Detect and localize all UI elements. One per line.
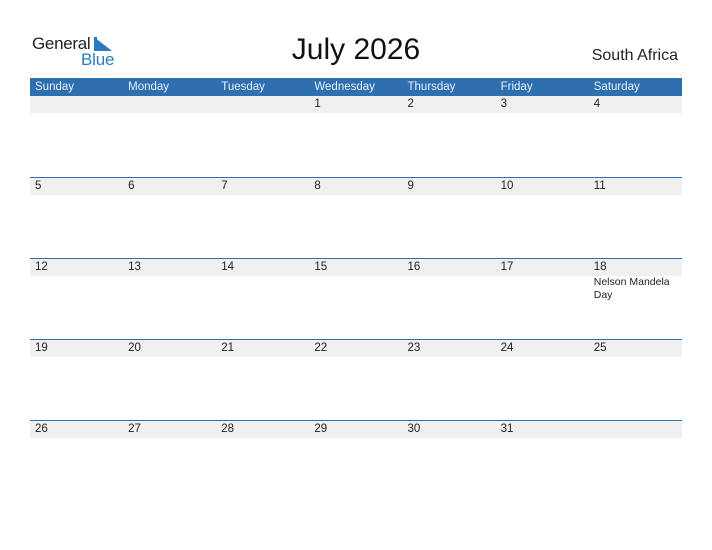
weekday-friday: Friday [500, 81, 533, 93]
day-number [594, 421, 682, 438]
day-cell: 15 [309, 259, 402, 340]
day-cell: 9 [403, 178, 496, 259]
day-cell: 4 [589, 96, 682, 177]
day-cell: 22 [309, 340, 402, 421]
day-cell: 10 [496, 178, 589, 259]
day-number: 17 [500, 261, 514, 273]
weekday-header: Sunday Monday Tuesday Wednesday Thursday… [30, 78, 682, 96]
week-row: 26 27 28 29 30 31 [30, 420, 682, 502]
day-cell: 23 [403, 340, 496, 421]
day-cell: 3 [496, 96, 589, 177]
week-cells: 12 13 14 15 16 17 18 Nelson Mandela Day [30, 259, 682, 340]
day-cell: 12 [30, 259, 123, 340]
day-cell [30, 96, 123, 177]
day-cell: 2 [403, 96, 496, 177]
week-row: 5 6 7 8 9 10 11 [30, 177, 682, 259]
day-cell: 8 [309, 178, 402, 259]
day-number: 24 [500, 342, 514, 354]
day-number: 25 [593, 342, 607, 354]
week-row: 12 13 14 15 16 17 18 Nelson Mandela Day [30, 258, 682, 340]
day-number: 30 [407, 423, 421, 435]
week-row: 19 20 21 22 23 24 25 [30, 339, 682, 421]
day-number: 16 [407, 261, 421, 273]
day-number: 21 [221, 342, 235, 354]
weekday-thursday: Thursday [407, 81, 456, 93]
day-number [221, 96, 309, 113]
day-cell: 13 [123, 259, 216, 340]
day-number: 7 [221, 180, 228, 192]
day-number: 28 [221, 423, 235, 435]
day-cell: 11 [589, 178, 682, 259]
day-cell: 28 [216, 421, 309, 502]
holiday-event: Nelson Mandela Day [593, 276, 670, 301]
day-number: 20 [128, 342, 141, 354]
weekday-monday: Monday [128, 81, 170, 93]
day-cell: 30 [403, 421, 496, 502]
day-number: 23 [407, 342, 421, 354]
weekday-wednesday: Wednesday [314, 81, 375, 93]
day-cell: 25 [589, 340, 682, 421]
day-cell: 14 [216, 259, 309, 340]
day-number: 4 [593, 98, 601, 110]
country-label: South Africa [591, 47, 678, 64]
day-number: 15 [314, 261, 328, 273]
day-number: 3 [500, 98, 508, 110]
day-number: 2 [407, 98, 414, 110]
day-number: 22 [314, 342, 328, 354]
week-cells: 5 6 7 8 9 10 11 [30, 178, 682, 259]
day-cell: 17 [496, 259, 589, 340]
weekday-saturday: Saturday [593, 81, 640, 93]
day-number: 12 [35, 261, 48, 273]
day-cell: 6 [123, 178, 216, 259]
day-cell: 27 [123, 421, 216, 502]
day-cell: 7 [216, 178, 309, 259]
week-row: 1 2 3 4 [30, 96, 682, 177]
day-cell: 1 [309, 96, 402, 177]
day-number [35, 96, 123, 113]
day-cell: 24 [496, 340, 589, 421]
day-cell: 31 [496, 421, 589, 502]
day-cell: 16 [403, 259, 496, 340]
day-cell: 29 [309, 421, 402, 502]
day-cell [123, 96, 216, 177]
day-cell: 21 [216, 340, 309, 421]
day-number: 13 [128, 261, 141, 273]
day-number: 19 [35, 342, 48, 354]
day-number: 27 [128, 423, 141, 435]
week-cells: 1 2 3 4 [30, 96, 682, 177]
day-cell [216, 96, 309, 177]
day-cell: 5 [30, 178, 123, 259]
day-number: 9 [407, 180, 414, 192]
day-number: 8 [314, 180, 321, 192]
weekday-sunday: Sunday [35, 81, 75, 93]
day-number: 26 [35, 423, 48, 435]
day-number: 6 [128, 180, 135, 192]
day-cell: 20 [123, 340, 216, 421]
week-cells: 26 27 28 29 30 31 [30, 421, 682, 502]
day-number: 1 [314, 98, 321, 110]
day-number: 29 [314, 423, 328, 435]
day-number: 5 [35, 180, 42, 192]
weekday-tuesday: Tuesday [221, 81, 265, 93]
day-number: 11 [593, 180, 606, 192]
week-cells: 19 20 21 22 23 24 25 [30, 340, 682, 421]
day-cell: 19 [30, 340, 123, 421]
day-number: 14 [221, 261, 235, 273]
day-number [128, 96, 216, 113]
day-cell [589, 421, 682, 502]
day-cell: 26 [30, 421, 123, 502]
day-number: 10 [500, 180, 514, 192]
day-cell: 18 Nelson Mandela Day [589, 259, 682, 340]
day-number: 31 [500, 423, 514, 435]
day-number: 18 [593, 261, 607, 273]
